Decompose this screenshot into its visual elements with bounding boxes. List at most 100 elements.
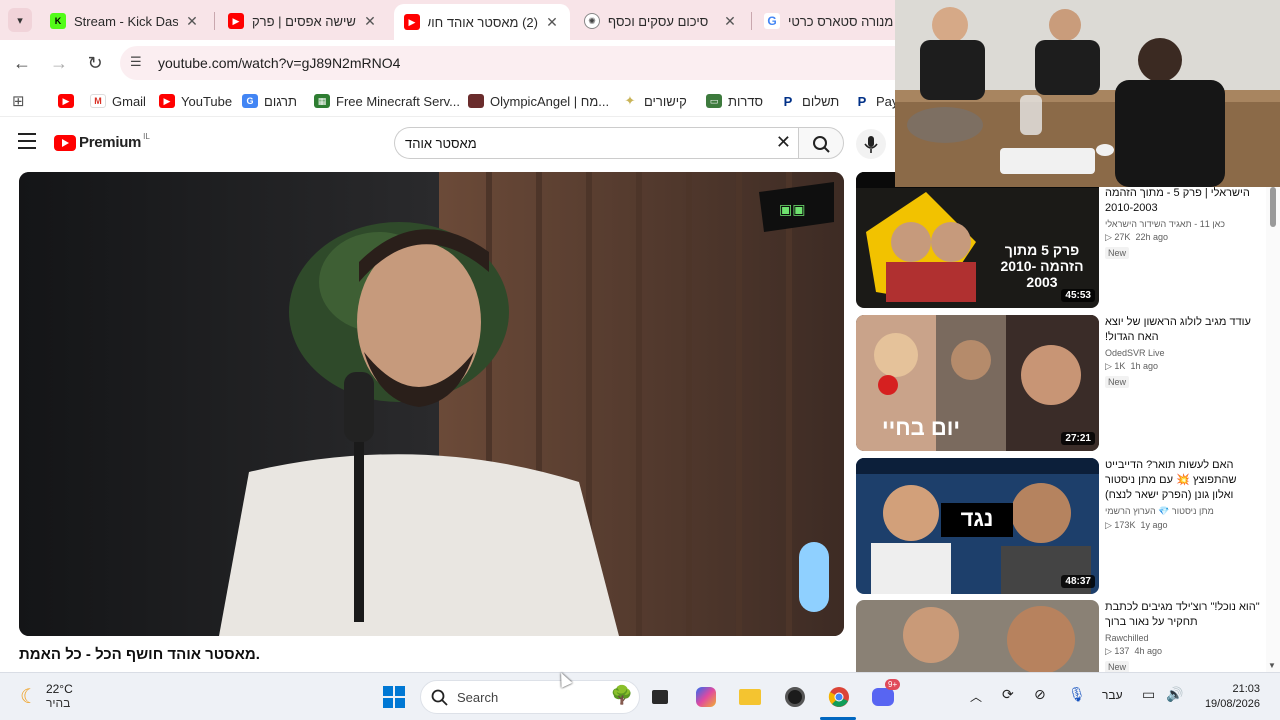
play-icon: ▷ [1105, 232, 1115, 242]
channel-name[interactable]: כאן 11 - תאגיד השידור הישראלי [1105, 219, 1260, 229]
tab-title: שישה אפסים | פרק [252, 13, 356, 29]
podcast-logo: ▣▣ [779, 202, 805, 218]
display-icon[interactable]: ▭ [1142, 686, 1155, 703]
video-thumbnail[interactable]: פרק 5 מתוך הזהמה 2010-2003 45:53 [856, 172, 1099, 308]
tab-search-menu-button[interactable]: ▾ [8, 8, 32, 32]
video-title[interactable]: האם לעשות תואר? הדייבייט שהתפוצץ 💥 עם מת… [1105, 458, 1260, 503]
microphone-icon [864, 136, 878, 153]
play-icon: ▷ [1105, 646, 1115, 656]
video-player[interactable]: ▣▣ [19, 172, 844, 636]
video-title[interactable]: "הוא נוכל!" רוצ'ילד מגיבים לכתבת תחקיר ע… [1105, 600, 1260, 630]
new-badge: New [1105, 661, 1130, 672]
show-hidden-icons-chevron-up-icon[interactable]: ︿ [970, 688, 982, 705]
video-title[interactable]: הישראלי | פרק 5 - מתוך הזהמה 2010-2003 [1105, 186, 1260, 216]
file-explorer-icon[interactable] [738, 685, 762, 709]
site-settings-icon[interactable]: ☰ [130, 54, 148, 72]
tab-youtube-1[interactable]: ▶ שישה אפסים | פרק ✕ [218, 6, 388, 36]
search-icon [431, 689, 448, 706]
video-thumbnail[interactable]: נגד 48:37 [856, 458, 1099, 594]
voice-search-button[interactable] [856, 129, 886, 159]
youtube-favicon: ▶ [228, 13, 244, 29]
bookmark-youtube-short[interactable]: ▶ [58, 91, 80, 111]
moon-icon: ☾ [20, 685, 38, 708]
youtube-premium-logo[interactable]: Premium IL [54, 132, 150, 151]
close-icon[interactable]: ✕ [184, 13, 200, 30]
menu-icon[interactable] [18, 133, 36, 149]
notification-badge: 9+ [885, 679, 901, 690]
weather-description: בהיר [45, 696, 71, 710]
video-frame: ▣▣ [19, 172, 844, 636]
scrollbar-thumb[interactable] [1270, 187, 1276, 227]
address-bar[interactable]: ☰ youtube.com/watch?v=gJ89N2mRNO4 [120, 46, 920, 80]
windows-start-icon[interactable] [382, 685, 406, 709]
taskbar-search[interactable]: Search 🌳 [420, 680, 640, 714]
gmail-icon: M [90, 94, 106, 108]
new-badge: New [1105, 376, 1130, 388]
tab-kick[interactable]: K Stream - Kick Dashb ✕ [40, 6, 210, 36]
close-icon[interactable]: ✕ [544, 14, 560, 31]
recommended-video[interactable]: פרק 5 מתוך הזהמה 2010-2003 45:53 הישראלי… [856, 172, 1266, 308]
youtube-favicon: ▶ [404, 14, 420, 30]
video-title: מאסטר אוהד חושף הכל - כל האמת. [19, 646, 260, 663]
video-duration: 48:37 [1061, 575, 1095, 588]
clear-search-icon[interactable]: ✕ [776, 132, 791, 153]
copilot-icon[interactable] [694, 685, 718, 709]
video-duration: 27:21 [1061, 432, 1095, 445]
bookmark-minecraft[interactable]: ▦ Free Minecraft Serv... [314, 91, 460, 111]
input-language[interactable]: עבר [1102, 688, 1123, 702]
bookmark-gmail[interactable]: M Gmail [90, 91, 146, 111]
tab-youtube-active[interactable]: ▶ (2) מאסטר אוהד חוש ✕ [394, 4, 570, 40]
weather-widget[interactable]: ☾ 22°C בהיר [20, 682, 73, 710]
kick-favicon: K [50, 13, 66, 29]
volume-icon[interactable]: 🔊 [1166, 686, 1183, 703]
search-query[interactable]: מאסטר אוהד [405, 136, 785, 151]
video-thumbnail[interactable] [856, 600, 1099, 672]
chrome-icon[interactable] [827, 685, 851, 709]
scroll-down-arrow-icon[interactable]: ▼ [1268, 661, 1276, 670]
translate-icon: G [242, 94, 258, 108]
bookmark-youtube[interactable]: ▶ YouTube [159, 91, 232, 111]
new-badge: New [1105, 247, 1130, 259]
forward-arrow-icon[interactable]: → [47, 51, 71, 75]
discord-icon[interactable]: 9+ [871, 679, 901, 709]
search-button[interactable] [798, 127, 844, 159]
tab-google[interactable]: G מנורה סטארס כרטי [754, 6, 904, 36]
channel-name[interactable]: מתן ניסטור 💎 הערוץ הרשמי [1105, 506, 1260, 517]
url-text[interactable]: youtube.com/watch?v=gJ89N2mRNO4 [158, 55, 400, 71]
apps-grid-icon[interactable]: ⊞ [12, 91, 25, 111]
recommended-video[interactable]: יום בחיי 27:21 עודד מגיב לולוג הראשון של… [856, 315, 1266, 451]
microphone-icon[interactable]: 🎙 [1068, 686, 1086, 703]
channel-name[interactable]: OdedSVR Live [1105, 348, 1260, 358]
bookmark-folder-links[interactable]: ✦ קישורים [622, 91, 687, 111]
back-arrow-icon[interactable]: ← [10, 51, 34, 75]
reload-icon[interactable]: ↻ [83, 51, 107, 75]
close-icon[interactable]: ✕ [722, 13, 738, 30]
video-thumbnail[interactable]: יום בחיי 27:21 [856, 315, 1099, 451]
search-highlight-icon: 🌳 [610, 685, 633, 705]
task-view-icon[interactable] [648, 685, 672, 709]
bookmark-translate[interactable]: G תרגום [242, 91, 297, 111]
sync-icon[interactable]: ⟳ [1002, 686, 1014, 703]
recommended-video[interactable]: "הוא נוכל!" רוצ'ילד מגיבים לכתבת תחקיר ע… [856, 600, 1266, 672]
close-icon[interactable]: ✕ [362, 13, 378, 30]
clock[interactable]: 21:03 19/08/2026 [1205, 682, 1260, 712]
video-title[interactable]: עודד מגיב לולוג הראשון של יוצא האח הגדול… [1105, 315, 1260, 345]
network-off-icon[interactable]: ⊘ [1034, 686, 1046, 703]
bookmark-series[interactable]: ▭ סדרות [706, 91, 763, 111]
search-input[interactable]: מאסטר אוהד ✕ [394, 127, 799, 159]
webcam-overlay [895, 0, 1280, 187]
tab-chatgpt[interactable]: ✺ סיכום עסקים וכסף ✕ [574, 6, 748, 36]
bookmark-payment[interactable]: P תשלום [780, 91, 840, 111]
channel-name[interactable]: Rawchilled [1105, 633, 1260, 643]
play-icon: ▷ [1105, 361, 1115, 371]
chatgpt-favicon: ✺ [584, 13, 600, 29]
page-scrollbar[interactable]: ▼ [1266, 187, 1280, 672]
thumbnail-text: יום בחיי [882, 415, 960, 440]
recommended-video[interactable]: נגד 48:37 האם לעשות תואר? הדייבייט שהתפו… [856, 458, 1266, 594]
app-icon[interactable] [783, 685, 807, 709]
avatar-icon [468, 94, 484, 108]
paypal-icon: P [783, 93, 793, 109]
youtube-icon: ▶ [58, 94, 74, 108]
play-icon: ▷ [1105, 520, 1115, 530]
bookmark-olympicangel[interactable]: OlympicAngel | מח... [468, 91, 609, 111]
